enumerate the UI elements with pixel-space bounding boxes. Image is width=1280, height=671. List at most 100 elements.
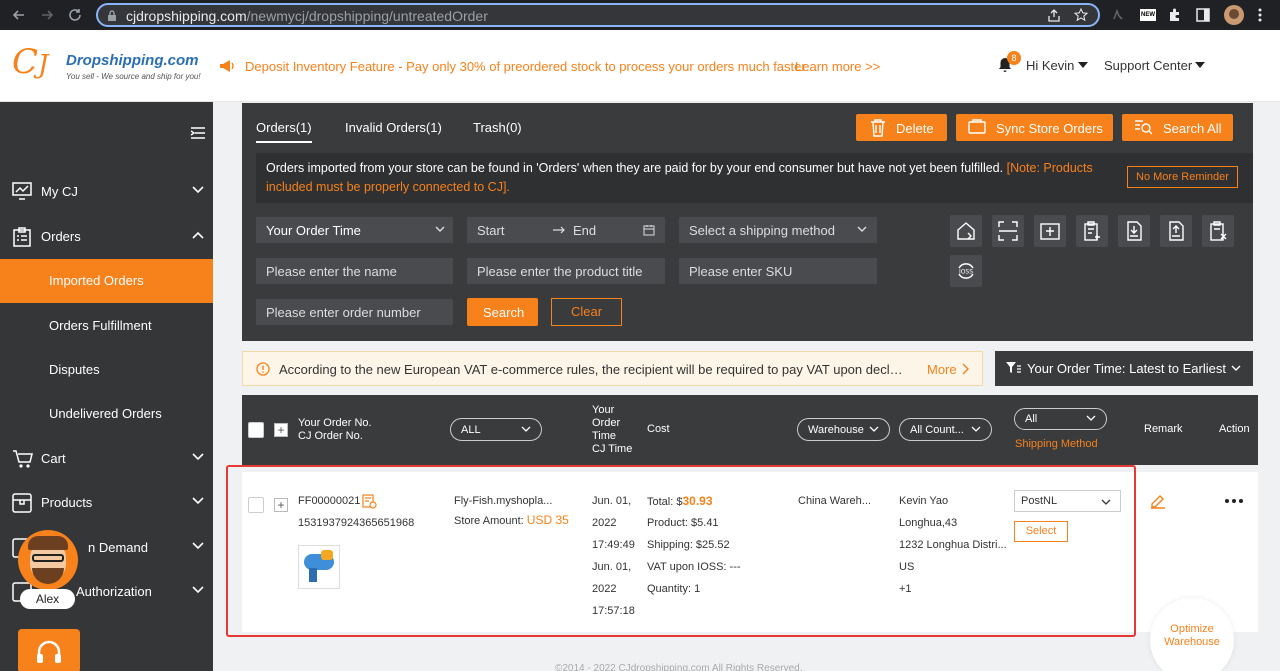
select-all-checkbox[interactable] [248,422,264,438]
back-icon[interactable] [12,8,26,22]
filter-icon [1005,361,1021,375]
sku-input[interactable]: Please enter SKU [679,258,877,284]
cart-icon [12,449,34,469]
no-more-reminder-button[interactable]: No More Reminder [1127,166,1238,188]
sidebar-item-disputes[interactable]: Disputes [0,348,213,392]
product-title-input[interactable]: Please enter the product title [467,258,665,284]
browser-menu-icon[interactable] [1258,8,1262,22]
vat-more-link[interactable]: More [927,362,957,377]
reload-icon[interactable] [68,8,82,22]
chevron-down-icon [1231,365,1241,371]
puzzle-icon[interactable] [1168,8,1182,22]
chevron-up-icon [192,231,204,239]
user-menu[interactable]: Hi Kevin [1026,58,1074,73]
chevron-down-icon [192,586,204,594]
caret-down-icon [1078,62,1088,68]
tab-invalid-orders[interactable]: Invalid Orders(1) [345,120,442,135]
clipboard-add-icon[interactable] [1076,215,1108,247]
support-label: Support Center [1104,58,1193,73]
sidebar-item-my-cj[interactable]: My CJ [0,170,213,214]
info-notice: Orders imported from your store can be f… [256,153,1253,203]
ioss-sync-icon[interactable]: IOSS [950,255,982,287]
trash-icon [870,119,886,137]
learn-more-link[interactable]: Learn more >> [795,59,880,74]
shipping-filter-select[interactable]: All [1014,408,1107,430]
search-all-button[interactable]: Search All [1122,114,1233,141]
order-number-input[interactable]: Please enter order number [256,299,453,325]
sidebar-item-imported-orders[interactable]: Imported Orders [0,259,213,303]
agent-avatar[interactable] [18,530,78,590]
upload-file-icon[interactable] [1160,215,1192,247]
sidebar-item-products[interactable]: Products [0,481,213,525]
tab-orders[interactable]: Orders(1) [256,120,312,143]
add-frame-icon[interactable] [1034,215,1066,247]
time-header-line2: Order [592,417,621,429]
clear-button[interactable]: Clear [551,298,622,326]
cost-header: Cost [647,423,670,435]
extension-icon[interactable] [1112,9,1124,21]
name-input[interactable]: Please enter the name [256,258,453,284]
store-filter-value: ALL [461,424,481,436]
sort-label: Your Order Time: Latest to Earliest [1027,361,1226,376]
scan-icon[interactable] [992,215,1024,247]
country-filter-select[interactable]: All Count... [899,418,992,441]
edit-remark-icon[interactable] [1150,493,1166,509]
order-time-label: Your Order Time [266,223,361,238]
sidebar-item-label: Orders [41,229,81,244]
shipping-method-select[interactable]: Select a shipping method [679,217,877,243]
info-circle-icon [256,362,270,376]
search-button[interactable]: Search [467,298,538,326]
sync-store-orders-button[interactable]: Sync Store Orders [956,114,1113,141]
sidebar-item-undelivered-orders[interactable]: Undelivered Orders [0,392,213,436]
lock-icon [107,10,117,22]
sidebar-item-label: My CJ [41,184,78,199]
share-icon[interactable] [1048,9,1060,22]
profile-avatar-icon[interactable] [1224,5,1244,25]
chart-icon [12,182,32,200]
support-center-menu[interactable]: Support Center [1104,58,1192,73]
date-end: End [573,223,597,238]
vat-text: According to the new European VAT e-comm… [279,362,909,377]
url-path: /newmycj/dropshipping/untreatedOrder [246,8,488,24]
warehouse-filter-select[interactable]: Warehouse [797,418,890,441]
collapse-menu-icon[interactable] [190,127,206,139]
sidebar-item-label: Disputes [49,362,100,377]
headset-icon [35,639,63,667]
logo[interactable]: CJ Dropshipping.com You sell - We source… [12,42,201,90]
name-placeholder: Please enter the name [266,264,397,279]
new-badge-icon[interactable]: NEW [1140,9,1156,21]
date-range-picker[interactable]: Start End [467,217,665,243]
sort-select[interactable]: Your Order Time: Latest to Earliest [995,351,1253,386]
sidebar-item-orders[interactable]: Orders [0,215,213,259]
forward-icon[interactable] [40,8,54,22]
vat-notice-bar: According to the new European VAT e-comm… [242,351,983,386]
chevron-down-icon [869,426,879,432]
clipboard-delete-icon[interactable] [1202,215,1234,247]
more-actions-icon[interactable] [1225,499,1243,503]
address-bar[interactable]: cjdropshipping.com/newmycj/dropshipping/… [96,3,1100,27]
sidepanel-icon[interactable] [1196,8,1210,22]
shipping-filter-value: All [1025,413,1038,425]
date-start: Start [477,223,505,238]
shipping-method-header[interactable]: Shipping Method [1015,438,1098,451]
country-filter-value: All Count... [910,424,964,436]
caret-down-icon [1195,62,1205,68]
sidebar-item-label: n Demand [88,540,148,555]
chevron-down-icon [192,453,204,461]
chevron-down-icon [521,426,531,432]
export-icon[interactable] [1118,215,1150,247]
optimize-line1: Optimize [1170,623,1214,635]
import-store-icon[interactable] [950,215,982,247]
product-title-placeholder: Please enter the product title [477,264,643,279]
store-filter-select[interactable]: ALL [450,418,542,441]
order-time-select[interactable]: Your Order Time [256,217,453,243]
bookmark-star-icon[interactable] [1074,8,1088,22]
tab-trash[interactable]: Trash(0) [473,120,522,135]
delete-button[interactable]: Delete [856,114,947,141]
customer-service-button[interactable] [18,629,80,671]
sidebar-item-cart[interactable]: Cart [0,437,213,481]
browser-toolbar: cjdropshipping.com/newmycj/dropshipping/… [0,0,1280,30]
footer-copyright: ©2014 - 2022 CJdropshipping.com All Righ… [555,663,803,671]
sidebar-item-orders-fulfillment[interactable]: Orders Fulfillment [0,304,213,348]
expand-all-icon[interactable]: + [274,423,288,437]
